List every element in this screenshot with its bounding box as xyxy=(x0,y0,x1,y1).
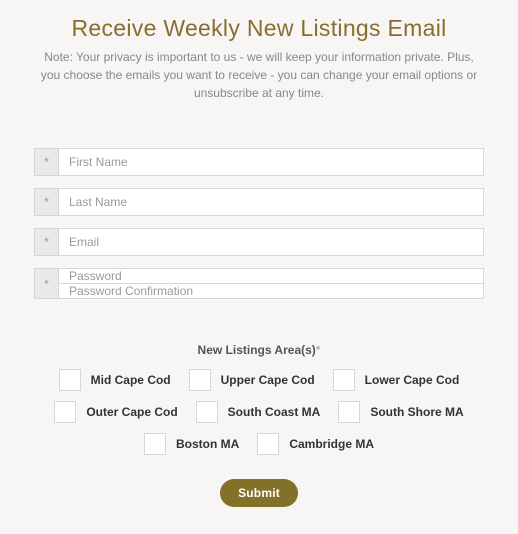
area-checkbox-boston-ma[interactable] xyxy=(144,433,166,455)
area-label: South Shore MA xyxy=(370,405,463,419)
privacy-note: Note: Your privacy is important to us - … xyxy=(34,48,484,102)
area-checkbox-upper-cape-cod[interactable] xyxy=(189,369,211,391)
area-item: Boston MA xyxy=(144,433,239,455)
email-row: * xyxy=(34,228,484,256)
password-row: * xyxy=(34,268,484,299)
first-name-row: * xyxy=(34,148,484,176)
area-label: Cambridge MA xyxy=(289,437,374,451)
area-item: Lower Cape Cod xyxy=(333,369,460,391)
password-confirmation-input[interactable] xyxy=(58,284,484,299)
area-label: Upper Cape Cod xyxy=(221,373,315,387)
required-indicator: * xyxy=(34,268,58,299)
area-checkbox-lower-cape-cod[interactable] xyxy=(333,369,355,391)
password-input[interactable] xyxy=(58,268,484,284)
area-checkbox-cambridge-ma[interactable] xyxy=(257,433,279,455)
area-checkbox-mid-cape-cod[interactable] xyxy=(59,369,81,391)
area-item: Outer Cape Cod xyxy=(54,401,177,423)
area-label: Boston MA xyxy=(176,437,239,451)
required-indicator: * xyxy=(34,228,58,256)
area-label: Outer Cape Cod xyxy=(86,405,177,419)
area-label: Lower Cape Cod xyxy=(365,373,460,387)
first-name-input[interactable] xyxy=(58,148,484,176)
area-item: South Shore MA xyxy=(338,401,463,423)
area-label: South Coast MA xyxy=(228,405,321,419)
area-checkbox-south-coast-ma[interactable] xyxy=(196,401,218,423)
password-stack xyxy=(58,268,484,299)
areas-checkbox-group: Mid Cape Cod Upper Cape Cod Lower Cape C… xyxy=(34,369,484,455)
area-item: Cambridge MA xyxy=(257,433,374,455)
page-title: Receive Weekly New Listings Email xyxy=(34,15,484,42)
last-name-row: * xyxy=(34,188,484,216)
area-item: Mid Cape Cod xyxy=(59,369,171,391)
area-checkbox-south-shore-ma[interactable] xyxy=(338,401,360,423)
area-item: Upper Cape Cod xyxy=(189,369,315,391)
area-label: Mid Cape Cod xyxy=(91,373,171,387)
required-indicator: * xyxy=(34,148,58,176)
last-name-input[interactable] xyxy=(58,188,484,216)
required-indicator: * xyxy=(34,188,58,216)
submit-wrap: Submit xyxy=(34,479,484,507)
area-item: South Coast MA xyxy=(196,401,321,423)
email-input[interactable] xyxy=(58,228,484,256)
areas-label: New Listings Area(s)* xyxy=(34,343,484,357)
signup-form: Receive Weekly New Listings Email Note: … xyxy=(0,0,518,527)
submit-button[interactable]: Submit xyxy=(220,479,298,507)
area-checkbox-outer-cape-cod[interactable] xyxy=(54,401,76,423)
